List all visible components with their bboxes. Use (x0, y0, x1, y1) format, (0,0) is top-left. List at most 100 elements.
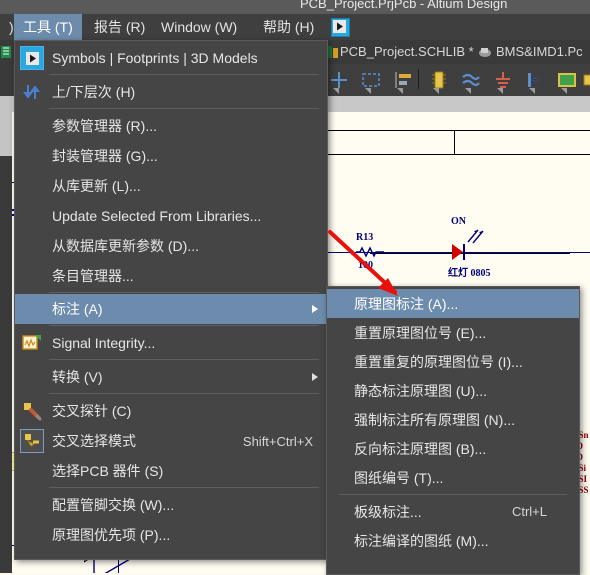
submenu-item-annotate-schematic[interactable]: 原理图标注 (A)... (327, 289, 579, 318)
submenu-item-reset-designators[interactable]: 重置原理图位号 (E)... (327, 318, 579, 347)
place-wire-icon[interactable] (460, 69, 482, 91)
menu-item-convert[interactable]: 转换 (V) (15, 362, 327, 392)
toolbar-caret-3[interactable] (433, 88, 439, 94)
place-gnd-power-port-icon[interactable] (492, 69, 514, 91)
menu-item-update-from-libraries[interactable]: 从库更新 (L)... (15, 171, 327, 201)
menu-item-symbols-footprints-3d[interactable]: Symbols | Footprints | 3D Models (15, 43, 327, 73)
tools-dropdown-menu[interactable]: Symbols | Footprints | 3D Models 上/下层次 (… (14, 40, 328, 560)
place-net-label-icon[interactable] (524, 69, 546, 91)
menu-separator-2 (49, 292, 319, 293)
menu-item-signal-integrity[interactable]: Signal Integrity... (15, 328, 327, 358)
menu-separator-6 (49, 487, 319, 488)
menu-item-item-manager[interactable]: 条目管理器... (15, 261, 327, 291)
toolbar-caret-6[interactable] (529, 88, 535, 94)
window-title: PCB_Project.PrjPcb - Altium Design (300, 0, 508, 11)
submenu-item-static-annotate[interactable]: 静态标注原理图 (U)... (327, 376, 579, 405)
submenu-label-sheet-numbering: 图纸编号 (T)... (354, 469, 444, 486)
toolbar-caret-0[interactable] (333, 88, 339, 94)
menu-label-configure-pin-swapping: 配置管脚交换 (W)... (52, 497, 175, 513)
submenu-item-board-level-annotate[interactable]: 板级标注... Ctrl+L (327, 497, 579, 526)
sheet-frame-line-3 (454, 130, 455, 154)
menu-label-cross-select-mode: 交叉选择模式 (52, 433, 136, 449)
menu-item-footprint-manager[interactable]: 封装管理器 (G)... (15, 141, 327, 171)
menu-item-update-params-from-database[interactable]: 从数据库更新参数 (D)... (15, 231, 327, 261)
submenu-label-annotate-schematic: 原理图标注 (A)... (354, 295, 459, 312)
menubar-item-window[interactable]: Window (W) (152, 14, 246, 40)
resistor-designator: R13 (356, 232, 374, 243)
menu-item-annotate[interactable]: 标注 (A) (15, 294, 327, 324)
place-port-icon[interactable] (582, 69, 590, 91)
menu-icon-blank-8 (15, 294, 49, 324)
menu-item-schematic-preferences[interactable]: 原理图优先项 (P)... (15, 520, 327, 550)
led-emission-rays-icon (467, 229, 484, 244)
menubar-item-reports[interactable]: 报告 (R) (85, 14, 154, 40)
menu-label-schematic-preferences: 原理图优先项 (P)... (52, 527, 171, 543)
resistor-R13-symbol[interactable] (356, 246, 384, 261)
annotate-submenu[interactable]: 原理图标注 (A)... 重置原理图位号 (E)... 重置重复的原理图位号 (… (326, 286, 580, 575)
menu-label-cross-probe: 交叉探针 (C) (52, 403, 132, 419)
menu-label-convert: 转换 (V) (52, 369, 103, 385)
sheet-frame-line-2 (326, 154, 590, 155)
led-triangle[interactable] (452, 244, 463, 260)
resistor-value: 100 (358, 260, 373, 271)
menu-label-footprint-manager: 封装管理器 (G)... (52, 148, 158, 164)
tab-pcb-project-schlib[interactable]: PCB_Project.SCHLIB * (340, 40, 474, 64)
toolbar-caret-1[interactable] (365, 88, 371, 94)
submenu-item-back-annotate[interactable]: 反向标注原理图 (B)... (327, 434, 579, 463)
submenu-item-sheet-numbering[interactable]: 图纸编号 (T)... (327, 463, 579, 492)
menu-icon-blank-3 (15, 141, 49, 171)
align-objects-icon[interactable] (392, 69, 414, 91)
menu-item-configure-pin-swapping[interactable]: 配置管脚交换 (W)... (15, 490, 327, 520)
menu-item-up-down-hierarchy[interactable]: 上/下层次 (H) (15, 77, 327, 107)
menu-label-parameter-manager: 参数管理器 (R)... (52, 118, 157, 134)
submenu-item-reset-duplicate-designators[interactable]: 重置重复的原理图位号 (I)... (327, 347, 579, 376)
led-cathode-bar (463, 244, 465, 260)
toolbar-caret-7[interactable] (561, 88, 567, 94)
menu-bar[interactable]: ) 工具 (T) 报告 (R) Window (W) 帮助 (H) (0, 14, 590, 41)
sheet-frame-line-1 (326, 130, 590, 131)
menu-label-symbols: Symbols | Footprints | 3D Models (52, 50, 258, 66)
menu-separator-1 (49, 108, 319, 109)
menubar-item-help[interactable]: 帮助 (H) (254, 14, 323, 40)
place-rectangle-icon[interactable] (360, 69, 382, 91)
toolbar-caret-2[interactable] (397, 88, 403, 94)
projects-panel-icon[interactable] (1, 46, 11, 58)
place-sheet-symbol-icon[interactable] (556, 69, 578, 91)
cross-probe-icon (15, 396, 49, 426)
menu-label-item-manager: 条目管理器... (52, 268, 134, 284)
submenu-item-force-annotate-all[interactable]: 强制标注所有原理图 (N)... (327, 405, 579, 434)
menu-label-update-from-libraries: 从库更新 (L)... (52, 178, 141, 194)
menu-label-update-params-db: 从数据库更新参数 (D)... (52, 238, 199, 254)
place-crosshair-icon[interactable] (328, 69, 350, 91)
toolbar-caret-5[interactable] (497, 88, 503, 94)
menubar-item-tools[interactable]: 工具 (T) (14, 14, 82, 40)
submenu-item-annotate-compiled-sheets[interactable]: 标注编译的图纸 (M)... (327, 526, 579, 555)
menu-icon-blank-15 (15, 520, 49, 550)
cross-select-mode-icon (15, 426, 49, 456)
menu-item-cross-probe[interactable]: 交叉探针 (C) (15, 396, 327, 426)
play-button-icon[interactable] (331, 18, 350, 37)
menu-item-parameter-manager[interactable]: 参数管理器 (R)... (15, 111, 327, 141)
chevron-right-icon-annotate (312, 305, 318, 313)
menu-separator-5 (49, 393, 319, 394)
submenu-label-reset-designators: 重置原理图位号 (E)... (354, 324, 487, 341)
menu-icon-blank-2 (15, 111, 49, 141)
toolbar-divider (418, 69, 419, 89)
menu-label-update-selected: Update Selected From Libraries... (52, 208, 262, 224)
menu-icon-blank-13 (15, 456, 49, 486)
place-component-icon[interactable] (428, 69, 450, 91)
menu-item-select-pcb-components[interactable]: 选择PCB 器件 (S) (15, 456, 327, 486)
up-down-hierarchy-icon (15, 77, 49, 107)
tab-bms-imd1-pcb[interactable]: BMS&IMD1.Pc (496, 40, 583, 64)
menu-item-update-selected-from-libraries[interactable]: Update Selected From Libraries... (15, 201, 327, 231)
menu-separator-3 (49, 325, 319, 326)
toolbar-caret-4[interactable] (465, 88, 471, 94)
menu-accel-cross-select-mode: Shift+Ctrl+X (242, 433, 313, 449)
signal-integrity-icon (15, 328, 49, 358)
chevron-right-icon-convert (312, 373, 318, 381)
title-bar: PCB_Project.PrjPcb - Altium Design (0, 0, 590, 14)
schematic-library-icon (327, 45, 339, 59)
left-scrollbar-thumb[interactable] (0, 96, 12, 156)
submenu-separator-0 (339, 494, 567, 495)
menu-item-cross-select-mode[interactable]: 交叉选择模式 Shift+Ctrl+X (15, 426, 327, 456)
